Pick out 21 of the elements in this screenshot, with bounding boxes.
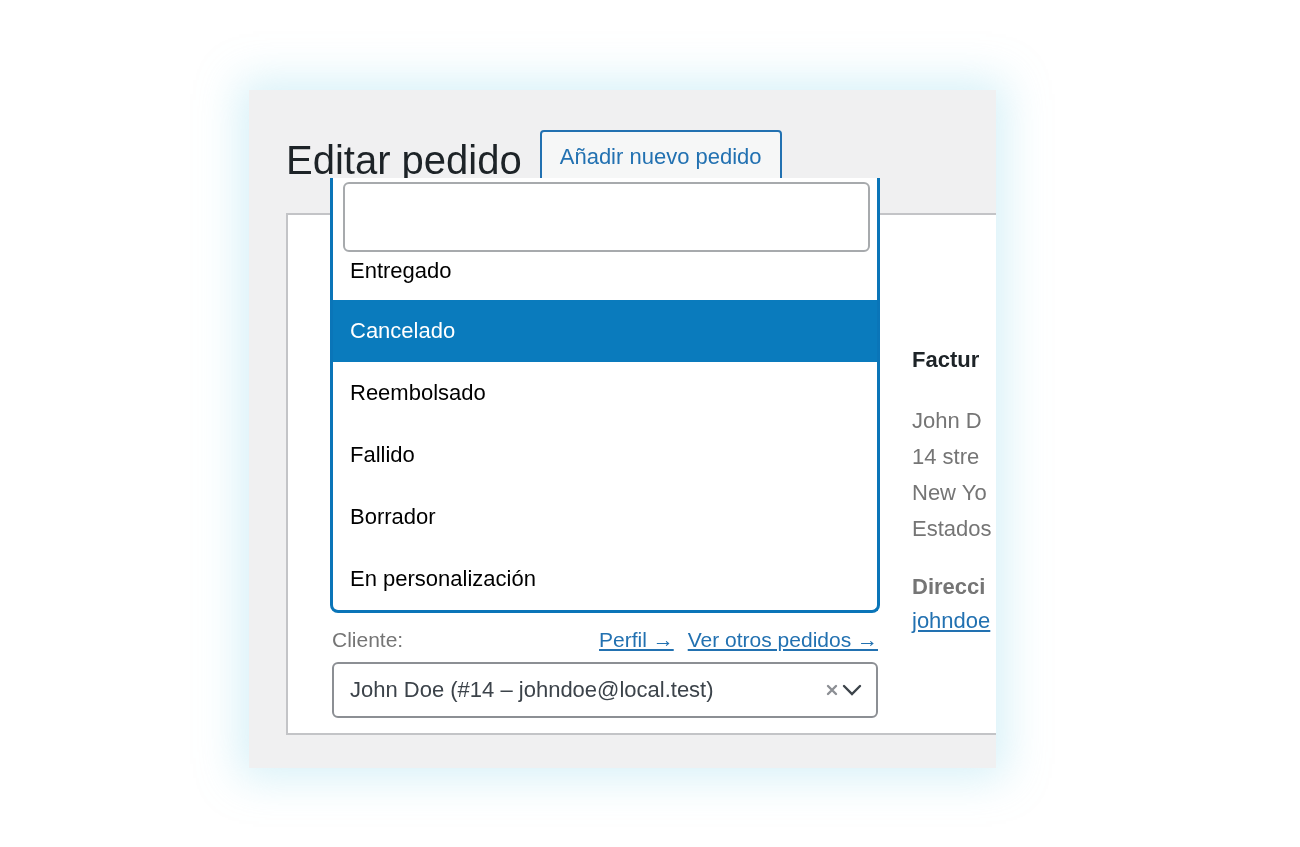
address-line: 14 stre: [912, 443, 981, 471]
status-option[interactable]: Reembolsado: [333, 362, 877, 424]
email-label: Direcci: [912, 573, 987, 601]
chevron-down-icon: [842, 684, 862, 696]
status-option[interactable]: Fallido: [333, 424, 877, 486]
customer-link[interactable]: Ver otros pedidos →: [687, 628, 878, 652]
customer-select[interactable]: John Doe (#14 – johndoe@local.test): [332, 662, 878, 718]
status-option[interactable]: Cancelado: [333, 300, 877, 362]
search-field[interactable]: [343, 182, 870, 252]
customer-link[interactable]: Perfil →: [599, 628, 674, 652]
clear-icon[interactable]: [826, 684, 838, 696]
status-option[interactable]: Borrador: [333, 486, 877, 548]
status-option[interactable]: En personalización: [333, 548, 877, 610]
billing-heading: Factur: [912, 347, 981, 373]
address-line: New Yo: [912, 479, 988, 507]
address-line: Estados: [912, 515, 992, 543]
customer-label: Cliente:: [332, 628, 404, 652]
status-option[interactable]: Entregado: [333, 258, 877, 300]
page-title: Editar pedido: [286, 137, 522, 180]
email-link[interactable]: johndoe: [912, 608, 991, 633]
address-line: John D: [912, 407, 983, 435]
